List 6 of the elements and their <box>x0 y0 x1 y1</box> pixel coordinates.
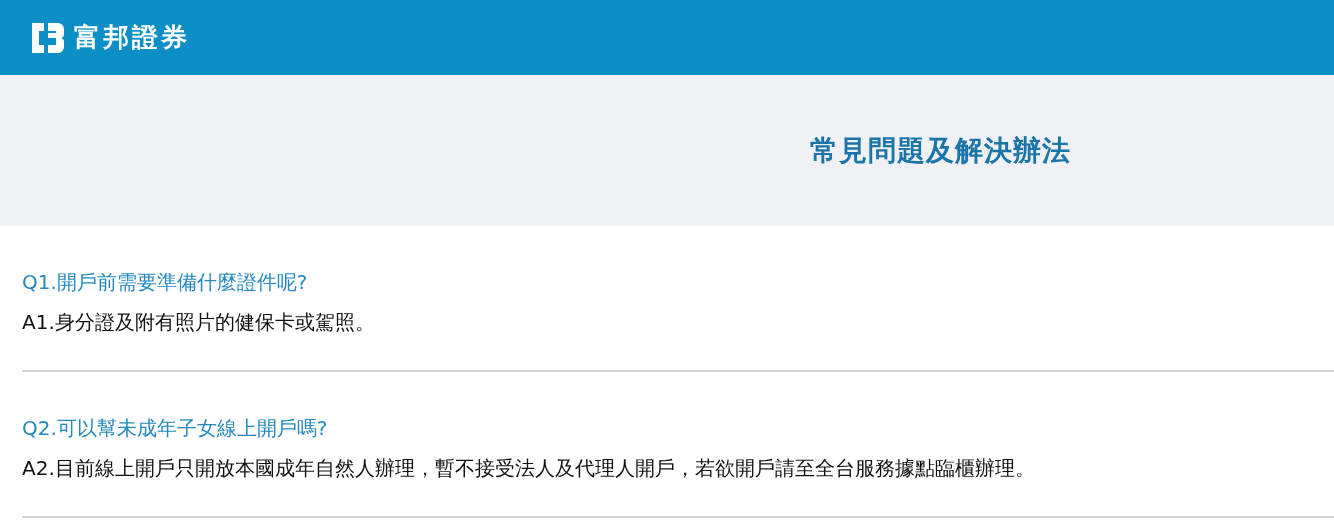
faq-question: Q1.開戶前需要準備什麼證件呢? <box>22 269 308 295</box>
faq-answer: A2.目前線上開戶只開放本國成年自然人辦理，暫不接受法人及代理人開戶，若欲開戶請至全台服務據點臨櫃辦理。 <box>22 455 1035 481</box>
brand-name: 富邦證券 <box>74 21 190 54</box>
faq-question: Q2.可以幫未成年子女線上開戶嗎? <box>22 415 328 441</box>
faq-answer: A1.身分證及附有照片的健保卡或駕照。 <box>22 309 375 335</box>
page-title: 常見問題及解決辦法 <box>809 132 1071 169</box>
